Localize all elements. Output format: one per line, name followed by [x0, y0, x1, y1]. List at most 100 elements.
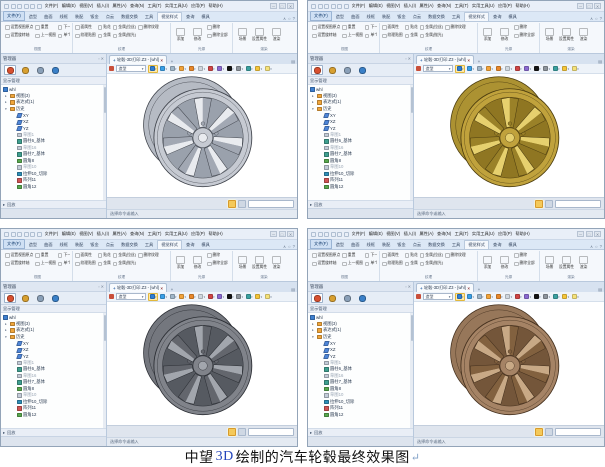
- tree-expander-icon[interactable]: [5, 335, 9, 339]
- gray-color-swatch[interactable]: ▾: [543, 66, 551, 72]
- ribbon-tab[interactable]: 点云: [103, 241, 117, 249]
- playback-section[interactable]: ▸ 回放: [308, 428, 413, 436]
- ribbon-button[interactable]: 下一视图: [365, 23, 377, 32]
- history-manager-tab[interactable]: [4, 65, 16, 75]
- ribbon-button[interactable]: 删除全部: [207, 260, 228, 269]
- ribbon-button[interactable]: 渲染: [269, 251, 284, 275]
- ribbon-tab[interactable]: 曲面: [41, 13, 55, 21]
- minimize-ribbon-icon[interactable]: ∧: [283, 16, 286, 21]
- ribbon-tab[interactable]: 视觉样式: [464, 12, 489, 21]
- display-mode-icon[interactable]: ▾: [160, 294, 168, 300]
- environment-combo[interactable]: 造型 ▾: [423, 293, 453, 300]
- menu-item[interactable]: 应用(P): [498, 3, 512, 9]
- tab-close-icon[interactable]: ×: [160, 286, 162, 291]
- menu-item[interactable]: 编辑(E): [369, 3, 383, 9]
- tree-scrollbar[interactable]: [103, 85, 106, 200]
- minimize-ribbon-icon[interactable]: ∧: [590, 16, 593, 21]
- ribbon-tab[interactable]: 视觉样式: [157, 240, 182, 249]
- new-file-icon[interactable]: [318, 232, 323, 237]
- gray-color-swatch[interactable]: ▾: [236, 66, 244, 72]
- window-control-button[interactable]: □: [586, 231, 593, 237]
- ribbon-button[interactable]: 金属: [98, 32, 111, 41]
- ribbon-button[interactable]: 删除纹理: [445, 23, 466, 32]
- ribbon-button[interactable]: 场景: [235, 251, 250, 275]
- menu-item[interactable]: 查询(N): [130, 3, 144, 9]
- view-orient-icon[interactable]: ▾: [455, 65, 465, 73]
- open-file-icon[interactable]: [324, 232, 329, 237]
- minimize-ribbon-icon[interactable]: ∧: [283, 244, 286, 249]
- ribbon-button[interactable]: 贴花: [405, 251, 418, 260]
- bulb-off-icon[interactable]: ▾: [264, 294, 272, 300]
- ribbon-button[interactable]: 单个: [365, 260, 377, 269]
- tree-expander-icon[interactable]: [312, 335, 316, 339]
- menu-item[interactable]: 帮助(H): [208, 231, 222, 237]
- menu-item[interactable]: 应用(P): [498, 231, 512, 237]
- ribbon-tab[interactable]: 文件(F): [310, 11, 332, 21]
- undo-icon[interactable]: [30, 232, 35, 237]
- ribbon-tab[interactable]: 钣金: [394, 13, 408, 21]
- black-color-swatch[interactable]: ▾: [226, 66, 234, 72]
- help-icon[interactable]: ?: [293, 16, 295, 21]
- ribbon-tab[interactable]: 查询: [490, 241, 504, 249]
- ribbon-button[interactable]: 删除全部: [207, 32, 228, 41]
- document-tab[interactable]: + 轮毂-3D打印.Z3 - [whl] ×: [416, 283, 474, 292]
- light-toggle-icon[interactable]: ▾: [179, 294, 187, 300]
- ribbon-tab[interactable]: 装配: [379, 241, 393, 249]
- menu-item[interactable]: 插入(I): [404, 231, 416, 237]
- open-file-icon[interactable]: [17, 4, 22, 9]
- ribbon-button[interactable]: 设置旋转轴: [312, 32, 340, 41]
- ribbon-tab[interactable]: 曲面: [348, 241, 362, 249]
- ribbon-tab[interactable]: 线框: [57, 13, 71, 21]
- ribbon-button[interactable]: 场景: [542, 251, 557, 275]
- ribbon-tab[interactable]: 工具: [449, 13, 463, 21]
- ribbon-button[interactable]: 添加: [173, 251, 188, 275]
- section-view-icon[interactable]: ▾: [514, 294, 522, 300]
- tree-expander-icon[interactable]: [312, 107, 316, 111]
- command-input[interactable]: [248, 200, 294, 208]
- panel-float-icon[interactable]: ▫: [98, 56, 99, 61]
- ribbon-button[interactable]: 贴花: [98, 251, 111, 260]
- tree-expander-icon[interactable]: [5, 322, 9, 326]
- ribbon-tab[interactable]: 数据交换: [425, 241, 448, 249]
- window-control-button[interactable]: ✕: [594, 231, 601, 237]
- redo-icon[interactable]: [344, 4, 349, 9]
- panel-close-icon[interactable]: ✕: [101, 56, 104, 61]
- tree-expander-icon[interactable]: [312, 100, 316, 104]
- new-file-icon[interactable]: [11, 232, 16, 237]
- ribbon-button[interactable]: 渲染: [576, 23, 591, 47]
- ribbon-button[interactable]: 金属(抛光): [113, 260, 136, 269]
- assembly-manager-tab[interactable]: [19, 293, 31, 303]
- ribbon-button[interactable]: 面属性: [382, 251, 403, 260]
- ribbon-button[interactable]: 金属(拉丝): [420, 23, 443, 32]
- black-color-swatch[interactable]: ▾: [226, 294, 234, 300]
- material-icon[interactable]: ▾: [552, 294, 560, 300]
- ribbon-button[interactable]: 金属: [405, 260, 418, 269]
- ribbon-button[interactable]: 删除纹理: [138, 23, 159, 32]
- menu-item[interactable]: 属性(A): [113, 231, 127, 237]
- ribbon-button[interactable]: 设置属性: [559, 251, 574, 275]
- tree-scrollbar-thumb[interactable]: [411, 87, 413, 113]
- ribbon-button[interactable]: 金属(抛光): [420, 260, 443, 269]
- ribbon-button[interactable]: 修改: [190, 23, 205, 47]
- tree-expander-icon[interactable]: [5, 94, 9, 98]
- black-color-swatch[interactable]: ▾: [533, 66, 541, 72]
- ribbon-button[interactable]: 修改: [497, 23, 512, 47]
- ribbon-tab[interactable]: 线框: [57, 241, 71, 249]
- ribbon-tab[interactable]: 工具: [142, 13, 156, 21]
- ribbon-tab[interactable]: 造型: [333, 241, 347, 249]
- model-canvas[interactable]: [414, 302, 604, 425]
- open-file-icon[interactable]: [324, 4, 329, 9]
- menu-item[interactable]: 工具(T): [455, 3, 469, 9]
- ribbon-tab[interactable]: 查询: [183, 241, 197, 249]
- ribbon-button[interactable]: 纹理贴图: [382, 260, 403, 269]
- undo-icon[interactable]: [30, 4, 35, 9]
- window-control-button[interactable]: ─: [270, 231, 277, 237]
- undo-icon[interactable]: [337, 4, 342, 9]
- view-orient-icon[interactable]: ▾: [148, 293, 158, 301]
- menu-item[interactable]: 文件(F): [352, 3, 366, 9]
- tree-scrollbar[interactable]: [410, 313, 413, 428]
- ribbon-button[interactable]: 设置视图原点: [312, 23, 340, 32]
- menu-item[interactable]: 实用工具(U): [472, 3, 495, 9]
- ribbon-tab[interactable]: 数据交换: [118, 241, 141, 249]
- zw3d-logo-icon[interactable]: [311, 4, 316, 9]
